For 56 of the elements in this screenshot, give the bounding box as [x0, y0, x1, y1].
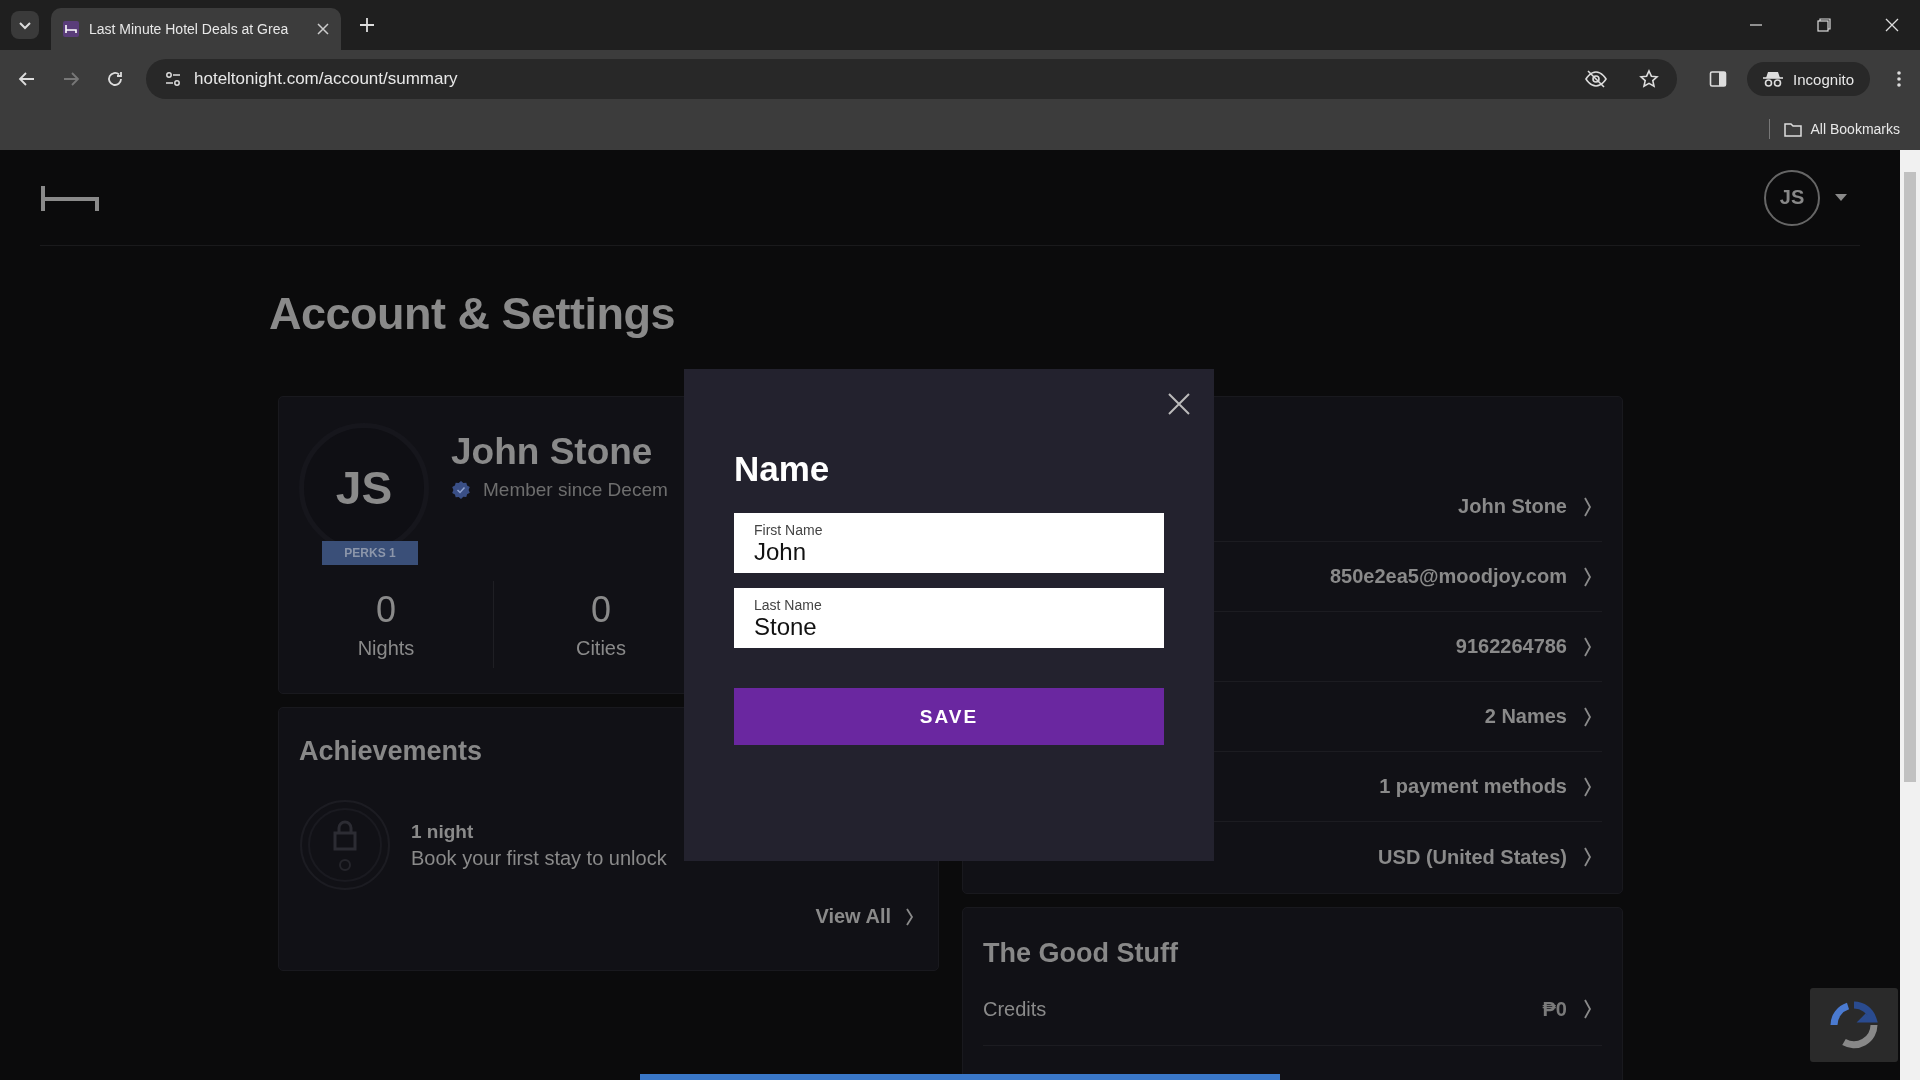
recaptcha-badge[interactable] [1810, 988, 1898, 1062]
stat-label: Nights [357, 637, 415, 660]
page-title: Account & Settings [269, 287, 677, 341]
all-bookmarks-button[interactable]: All Bookmarks [1783, 121, 1900, 137]
tab-list-icon[interactable] [11, 11, 39, 39]
chevron-right-icon [1583, 998, 1592, 1020]
good-stuff-title: The Good Stuff [983, 938, 1179, 969]
name-field[interactable]: First Name John [734, 513, 1164, 573]
chevron-right-icon [1583, 635, 1592, 658]
verified-icon [451, 480, 471, 500]
side-panel-icon[interactable] [1709, 70, 1728, 88]
bed-icon [63, 21, 79, 37]
chevron-right-icon [1583, 705, 1592, 728]
credits-row[interactable]: Credits ₱0 [983, 973, 1602, 1046]
achievements-title: Achievements [299, 736, 484, 767]
back-icon[interactable] [18, 70, 36, 88]
save-button[interactable]: SAVE [734, 688, 1164, 745]
forward-icon[interactable] [62, 70, 80, 88]
site-settings-icon[interactable] [164, 70, 182, 88]
close-icon[interactable] [1167, 392, 1191, 416]
close-icon[interactable] [317, 23, 329, 35]
recaptcha-icon [1828, 999, 1880, 1051]
scrollbar[interactable] [1900, 150, 1920, 1080]
lock-badge-icon [299, 799, 391, 891]
address-bar[interactable]: hoteltonight.com/account/summary [146, 59, 1678, 99]
new-tab-icon[interactable] [359, 17, 375, 33]
user-avatar[interactable]: JS [1764, 169, 1820, 226]
stat-value: 0 [591, 589, 611, 631]
member-since-text: Member since Decem [483, 479, 668, 501]
chevron-right-icon [1583, 495, 1592, 518]
incognito-button[interactable]: Incognito [1747, 62, 1870, 96]
more-icon[interactable] [1896, 70, 1902, 88]
incognito-icon [1763, 70, 1784, 88]
bed-logo-icon[interactable] [40, 183, 100, 212]
account-row[interactable]: USD (United States) [983, 822, 1602, 892]
chevron-right-icon [1583, 565, 1592, 588]
profile-name: John Stone [451, 431, 654, 473]
eye-off-icon[interactable] [1585, 70, 1608, 88]
achievement-title: 1 night [411, 820, 475, 843]
caret-icon[interactable] [1834, 193, 1848, 202]
browser-tab[interactable]: Last Minute Hotel Deals at Grea [51, 8, 341, 50]
reload-icon[interactable] [106, 70, 124, 88]
achievement-description: Book your first stay to unlock [411, 846, 667, 870]
chevron-right-icon [905, 906, 914, 927]
view-all-link[interactable]: View All [815, 905, 914, 928]
close-icon[interactable] [1885, 18, 1899, 32]
stat-value: 0 [376, 589, 396, 631]
dialog-title: Name [734, 449, 831, 489]
folder-icon [1783, 121, 1802, 137]
perks-badge: PERKS 1 [322, 541, 418, 565]
chevron-right-icon [1583, 846, 1592, 868]
restore-icon[interactable] [1817, 18, 1831, 32]
star-icon[interactable] [1639, 69, 1660, 89]
name-field[interactable]: Last Name Stone [734, 588, 1164, 648]
chevron-right-icon [1583, 775, 1592, 798]
stat-label: Cities [576, 637, 626, 660]
